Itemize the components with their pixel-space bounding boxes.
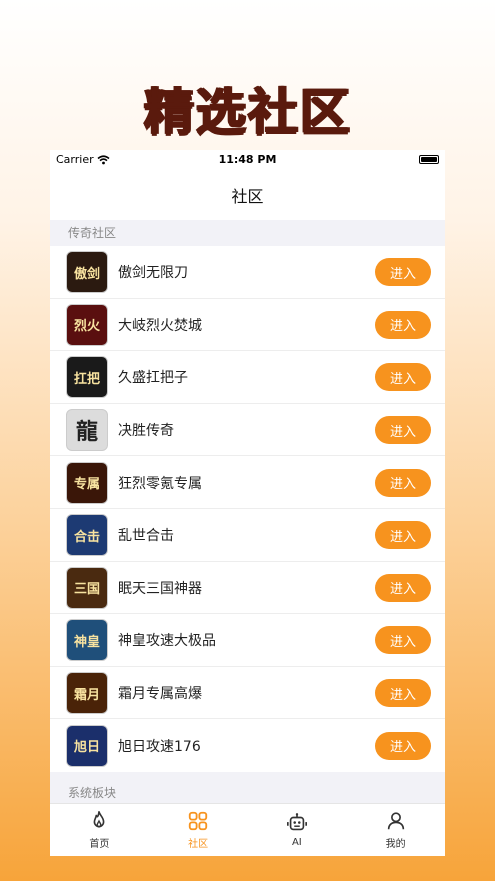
tab-label: 社区 <box>188 839 209 850</box>
enter-button[interactable]: 进入 <box>375 573 431 602</box>
community-thumbnail: 旭日 <box>66 724 108 767</box>
community-name: 神皇攻速大极品 <box>118 633 216 650</box>
community-name: 傲剑无限刀 <box>118 265 188 282</box>
tab-home[interactable]: 首页 <box>50 804 149 856</box>
enter-button[interactable]: 进入 <box>375 258 431 287</box>
enter-button[interactable]: 进入 <box>375 310 431 339</box>
page-title: 社区 <box>231 187 264 206</box>
promo-banner-title: 精选社区 <box>143 83 352 141</box>
section-header-legend: 传奇社区 <box>68 226 117 240</box>
enter-button[interactable]: 进入 <box>375 731 431 760</box>
list-item[interactable]: 神皇 神皇攻速大极品 进入 <box>50 614 445 667</box>
enter-button[interactable]: 进入 <box>375 679 431 708</box>
community-name: 久盛扛把子 <box>118 370 188 387</box>
list-item[interactable]: 合击 乱世合击 进入 <box>50 509 445 562</box>
list-item[interactable]: 龍 决胜传奇 进入 <box>50 404 445 457</box>
list-item[interactable]: 烈火 大岐烈火焚城 进入 <box>50 299 445 352</box>
community-name: 霜月专属高爆 <box>118 686 202 703</box>
community-thumbnail: 神皇 <box>66 619 108 662</box>
tab-label: AI <box>291 837 302 848</box>
battery-icon <box>419 155 439 164</box>
person-icon <box>387 812 404 830</box>
robot-icon <box>286 813 307 831</box>
list-item[interactable]: 旭日 旭日攻速176 进入 <box>50 719 445 772</box>
list-item[interactable]: 霜月 霜月专属高爆 进入 <box>50 667 445 720</box>
community-list: 傲剑 傲剑无限刀 进入 烈火 大岐烈火焚城 进入 扛把 久盛扛把子 进入 龍 决… <box>50 246 445 772</box>
enter-button[interactable]: 进入 <box>375 626 431 655</box>
status-time: 11:48 PM <box>218 153 277 166</box>
community-name: 狂烈零氪专属 <box>118 475 202 492</box>
community-thumbnail: 龍 <box>66 409 108 452</box>
enter-button[interactable]: 进入 <box>375 363 431 392</box>
tab-label: 首页 <box>89 839 110 850</box>
tab-ai[interactable]: AI <box>248 804 347 856</box>
flame-icon <box>93 811 105 828</box>
community-thumbnail: 三国 <box>66 566 108 609</box>
community-name: 眠天三国神器 <box>118 580 202 597</box>
nav-bar: 社区 <box>50 170 445 220</box>
list-item[interactable]: 专属 狂烈零氪专属 进入 <box>50 456 445 509</box>
enter-button[interactable]: 进入 <box>375 468 431 497</box>
phone-screen: Carrier 11:48 PM 社区 传奇社区 傲剑 傲剑无限刀 进入 烈火 … <box>50 150 445 856</box>
tab-profile[interactable]: 我的 <box>346 804 445 856</box>
section-header-system: 系统板块 <box>68 785 117 800</box>
list-item[interactable]: 扛把 久盛扛把子 进入 <box>50 351 445 404</box>
tab-label: 我的 <box>385 839 406 850</box>
community-thumbnail: 傲剑 <box>66 251 108 294</box>
grid-icon <box>188 811 208 831</box>
list-item[interactable]: 傲剑 傲剑无限刀 进入 <box>50 246 445 299</box>
community-thumbnail: 扛把 <box>66 356 108 399</box>
enter-button[interactable]: 进入 <box>375 416 431 445</box>
community-name: 决胜传奇 <box>118 423 174 440</box>
community-thumbnail: 合击 <box>66 514 108 557</box>
community-thumbnail: 烈火 <box>66 303 108 346</box>
enter-button[interactable]: 进入 <box>375 521 431 550</box>
list-item[interactable]: 三国 眠天三国神器 进入 <box>50 562 445 615</box>
community-name: 大岐烈火焚城 <box>118 317 202 334</box>
community-thumbnail: 霜月 <box>66 672 108 715</box>
status-bar: Carrier 11:48 PM <box>50 150 445 170</box>
tab-bar: 首页 社区 AI 我的 <box>50 803 445 856</box>
community-name: 旭日攻速176 <box>118 738 201 755</box>
community-name: 乱世合击 <box>118 528 174 545</box>
tab-community[interactable]: 社区 <box>149 804 248 856</box>
community-thumbnail: 专属 <box>66 461 108 504</box>
